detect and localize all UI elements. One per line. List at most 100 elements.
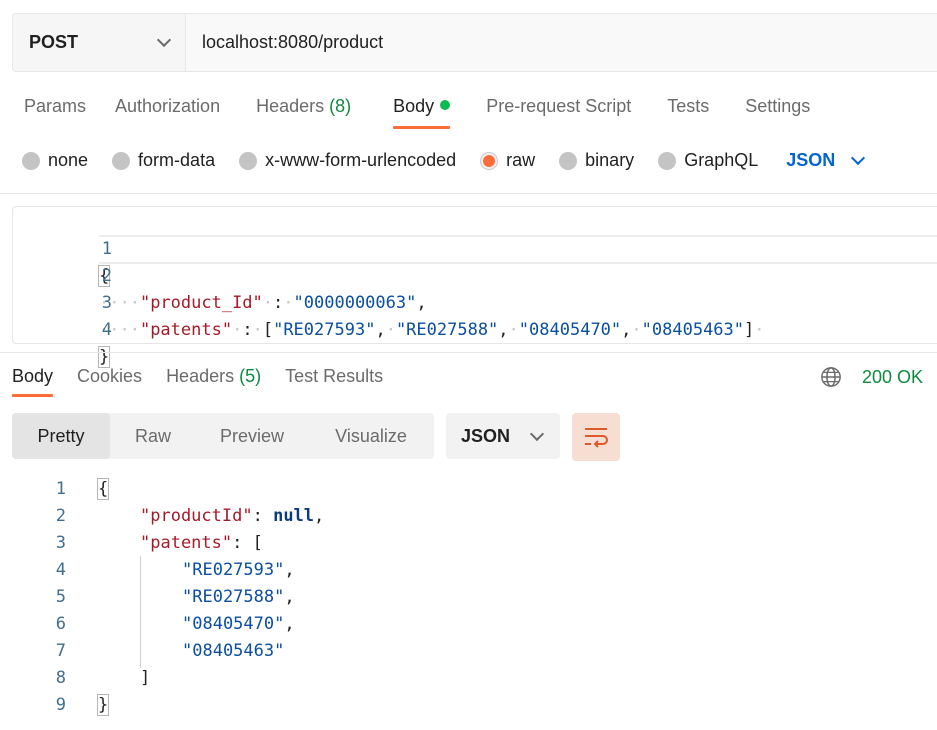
wrap-icon (585, 428, 608, 448)
json-key: "productId" (140, 506, 253, 526)
view-label: Raw (134, 425, 171, 446)
line-number: 8 (55, 668, 66, 688)
tab-response-body[interactable]: Body (12, 366, 54, 397)
request-url-bar: POST localhost:8080/product (12, 13, 937, 72)
divider (0, 352, 937, 353)
tab-label: Tests (667, 96, 710, 116)
code-line: 3 ····"patents"·:·["RE027593",·"RE027588… (13, 263, 937, 340)
headers-count: (8) (329, 96, 352, 116)
brace: { (96, 478, 110, 500)
tab-tests[interactable]: Tests (667, 96, 709, 129)
view-label: Visualize (335, 425, 407, 446)
tab-response-headers[interactable]: Headers (5) (166, 366, 261, 397)
radio-selected-icon (480, 151, 499, 170)
line-number: 5 (55, 587, 66, 607)
line-number: 3 (55, 533, 66, 553)
radio-label: x-www-form-urlencoded (265, 150, 457, 170)
view-visualize[interactable]: Visualize (308, 413, 434, 459)
method-label: POST (29, 32, 79, 52)
view-preview[interactable]: Preview (196, 413, 308, 459)
globe-icon[interactable] (820, 366, 842, 388)
json-value: null (273, 506, 315, 526)
tab-label: Cookies (77, 366, 143, 386)
json-value: "08405463" (182, 641, 285, 661)
tab-label: Headers (166, 366, 235, 386)
view-raw[interactable]: Raw (110, 413, 196, 459)
radio-graphql[interactable]: GraphQL (658, 150, 758, 171)
tab-cookies[interactable]: Cookies (77, 366, 142, 397)
body-type-radios: none form-data x-www-form-urlencoded raw… (22, 150, 866, 171)
radio-raw[interactable]: raw (480, 150, 535, 171)
json-value: "RE027588" (395, 320, 499, 340)
line-number: 2 (55, 506, 66, 526)
radio-none[interactable]: none (22, 150, 88, 171)
line-number: 4 (55, 560, 66, 580)
format-label: JSON (461, 425, 511, 446)
radio-binary[interactable]: binary (559, 150, 634, 171)
radio-form-data[interactable]: form-data (112, 150, 215, 171)
tab-label: Body (12, 366, 54, 386)
code-line: 4 } (13, 290, 937, 368)
wrap-lines-button[interactable] (572, 413, 620, 461)
language-label: JSON (786, 150, 836, 170)
radio-icon (239, 151, 258, 170)
tab-label: Authorization (115, 96, 221, 116)
request-tabs: Params Authorization Headers (8) Body Pr… (24, 96, 810, 129)
response-body-viewer: 1{ 2 "productId": null, 3 "patents": [ 4 "R… (0, 476, 937, 726)
tab-label: Settings (745, 96, 811, 116)
tab-pre-request-script[interactable]: Pre-request Script (486, 96, 631, 129)
request-body-editor[interactable]: 1 { 2 ····"product_Id"·:·"0000000063", 3… (12, 206, 937, 368)
radio-label: none (48, 150, 89, 170)
method-select[interactable]: POST (13, 14, 186, 71)
tab-settings[interactable]: Settings (745, 96, 810, 129)
view-label: Preview (219, 425, 285, 446)
json-value: "RE027593" (273, 320, 376, 340)
radio-label: GraphQL (684, 150, 759, 170)
status-dot-icon (440, 100, 451, 110)
line-number: 1 (55, 479, 66, 499)
radio-icon (112, 151, 131, 170)
tab-headers[interactable]: Headers (8) (256, 96, 351, 129)
tab-body[interactable]: Body (393, 96, 451, 129)
url-input[interactable]: localhost:8080/product (186, 14, 383, 71)
brace: } (97, 346, 111, 368)
tab-label: Test Results (285, 366, 384, 386)
view-pretty[interactable]: Pretty (12, 413, 110, 459)
radio-icon (559, 151, 578, 170)
radio-icon (22, 151, 40, 170)
chevron-down-icon (851, 150, 866, 166)
radio-label: raw (506, 150, 536, 170)
chevron-down-icon (529, 426, 545, 441)
tab-test-results[interactable]: Test Results (285, 366, 383, 397)
json-key: "patents" (139, 320, 233, 340)
json-value: "RE027593" (182, 560, 285, 580)
chevron-down-icon (156, 32, 172, 48)
radio-icon (658, 151, 677, 170)
json-value: "08405470" (182, 614, 285, 634)
code-line: 1 { (13, 209, 937, 287)
line-number: 7 (55, 641, 66, 661)
bracket: ] (140, 668, 151, 688)
tab-label: Headers (256, 96, 325, 116)
tab-authorization[interactable]: Authorization (115, 96, 220, 129)
json-value: "RE027588" (182, 587, 285, 607)
response-tabs: Body Cookies Headers (5) Test Results (12, 366, 407, 397)
tab-label: Params (24, 96, 87, 116)
response-view-switch: Pretty Raw Preview Visualize (12, 413, 434, 459)
response-format-select[interactable]: JSON (446, 413, 560, 459)
status-code[interactable]: 200 OK (862, 367, 923, 388)
code-line: 2 ····"product_Id"·:·"0000000063", (13, 236, 937, 313)
radio-x-www-form-urlencoded[interactable]: x-www-form-urlencoded (239, 150, 456, 171)
tab-params[interactable]: Params (24, 96, 86, 129)
response-status: 200 OK (820, 366, 923, 388)
indent-guide (140, 556, 141, 668)
language-select[interactable]: JSON (786, 150, 866, 171)
json-value: "08405463" (641, 320, 745, 340)
line-number: 6 (55, 614, 66, 634)
brace: } (96, 694, 110, 716)
view-label: Pretty (37, 425, 85, 446)
tab-label: Pre-request Script (486, 96, 632, 116)
line-number: 9 (55, 695, 66, 715)
divider (0, 193, 937, 194)
json-key: "patents" (140, 533, 233, 553)
